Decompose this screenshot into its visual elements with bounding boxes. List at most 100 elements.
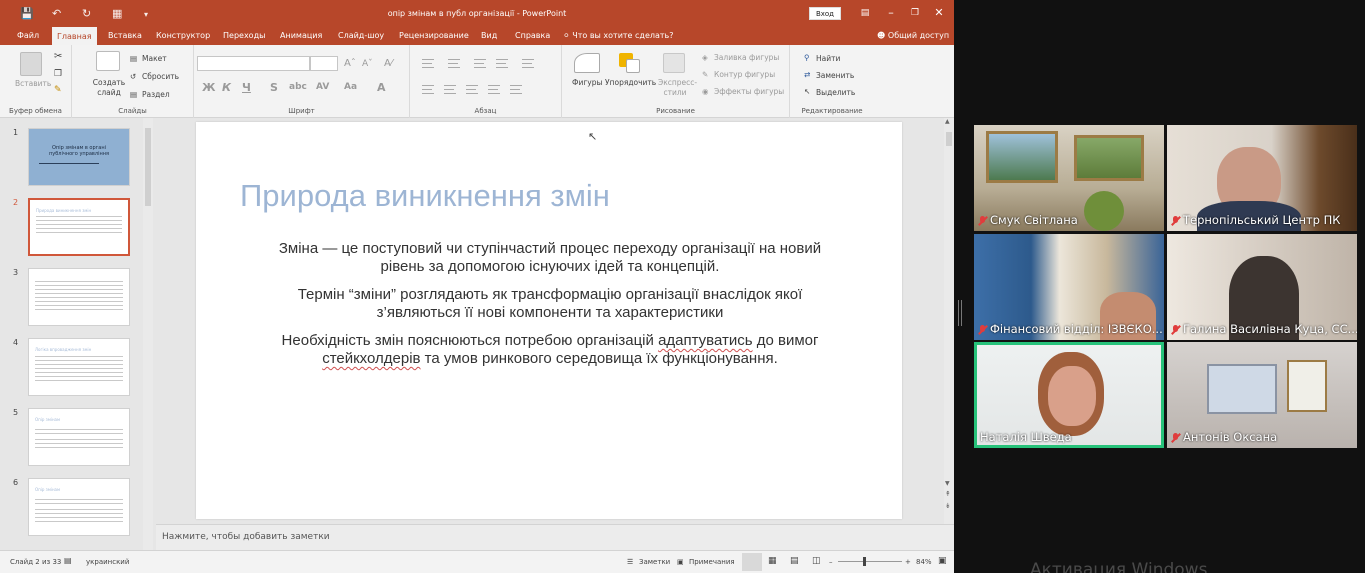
slide-thumbnail[interactable]: Опір змінам bbox=[28, 478, 130, 536]
participant-tile[interactable]: Фінансовий відділ: ІЗВЄКО... bbox=[974, 234, 1164, 340]
tab-insert[interactable]: Вставка bbox=[103, 27, 147, 45]
zoom-level[interactable]: 84% bbox=[916, 558, 932, 566]
participant-tile-active-speaker[interactable]: Наталія Шведа bbox=[974, 342, 1164, 448]
participant-tile[interactable]: Смук Світлана bbox=[974, 125, 1164, 231]
shape-outline-button[interactable]: Контур фигуры bbox=[714, 70, 775, 79]
slideshow-view-icon[interactable]: ◫ bbox=[812, 556, 821, 566]
tab-file[interactable]: Файл bbox=[12, 27, 44, 45]
columns-icon[interactable] bbox=[510, 85, 522, 94]
tab-view[interactable]: Вид bbox=[476, 27, 502, 45]
align-right-icon[interactable] bbox=[466, 85, 478, 94]
bullets-icon[interactable] bbox=[422, 59, 434, 68]
tell-me-search[interactable]: ⚪ Что вы хотите сделать? bbox=[558, 27, 679, 45]
slide-thumbnail[interactable]: Опір змінам в органі публічного управлін… bbox=[28, 128, 130, 186]
paste-button[interactable]: Вставить bbox=[15, 79, 51, 88]
justify-icon[interactable] bbox=[488, 85, 500, 94]
increase-indent-icon[interactable] bbox=[496, 59, 508, 68]
numbering-icon[interactable] bbox=[448, 59, 460, 68]
font-color-icon[interactable]: A bbox=[377, 81, 386, 94]
decrease-indent-icon[interactable] bbox=[474, 59, 486, 68]
slide-thumbnail[interactable] bbox=[28, 268, 130, 326]
slide-sorter-icon[interactable]: ▦ bbox=[768, 556, 777, 566]
zoom-in-icon[interactable]: + bbox=[905, 558, 911, 566]
thumbnails-scrollbar[interactable] bbox=[143, 118, 153, 550]
slide-thumbnail-selected[interactable]: Природа виникнення змін bbox=[28, 198, 130, 256]
reset-button[interactable]: Сбросить bbox=[142, 72, 179, 81]
previous-slide-icon[interactable]: ↟ bbox=[945, 490, 951, 498]
ribbon-display-icon[interactable]: ▤ bbox=[856, 5, 874, 21]
fit-slide-icon[interactable]: ▣ bbox=[938, 556, 947, 566]
arrange-button[interactable]: Упорядочить bbox=[605, 78, 656, 87]
align-left-icon[interactable] bbox=[422, 85, 434, 94]
minimize-icon[interactable]: – bbox=[882, 5, 900, 21]
align-center-icon[interactable] bbox=[444, 85, 456, 94]
underline-button[interactable]: Ч bbox=[242, 81, 251, 94]
bold-button[interactable]: Ж bbox=[202, 81, 215, 94]
tab-transitions[interactable]: Переходы bbox=[218, 27, 270, 45]
font-size-box[interactable] bbox=[310, 56, 338, 71]
zoom-out-icon[interactable]: – bbox=[829, 558, 833, 566]
slide-paragraph-3[interactable]: Необхідність змін пояснюються потребою о… bbox=[236, 332, 864, 368]
font-name-box[interactable] bbox=[197, 56, 310, 71]
spacing-icon[interactable]: AV bbox=[316, 82, 329, 92]
scrollbar-thumb[interactable] bbox=[145, 128, 151, 206]
participant-tile[interactable]: Антонів Оксана bbox=[1167, 342, 1357, 448]
format-painter-icon[interactable]: ✎ bbox=[54, 85, 62, 95]
italic-button[interactable]: К bbox=[222, 81, 231, 94]
cut-icon[interactable]: ✂ bbox=[54, 51, 62, 62]
spellcheck-icon[interactable]: ▤ bbox=[64, 556, 72, 565]
panel-splitter[interactable] bbox=[958, 300, 962, 326]
layout-button[interactable]: Макет bbox=[142, 54, 167, 63]
participant-tile[interactable]: Тернопільський Центр ПК bbox=[1167, 125, 1357, 231]
tab-help[interactable]: Справка bbox=[510, 27, 555, 45]
shape-fill-button[interactable]: Заливка фигуры bbox=[714, 53, 779, 62]
quick-styles-icon[interactable] bbox=[663, 53, 685, 73]
slide-thumbnail[interactable]: Логіка впровадження змін bbox=[28, 338, 130, 396]
share-button[interactable]: ☻ Общий доступ bbox=[872, 27, 954, 45]
slide-scrollbar[interactable]: ▲ ▼ ↟ ↡ bbox=[944, 118, 954, 524]
tab-slideshow[interactable]: Слайд-шоу bbox=[333, 27, 389, 45]
tab-design[interactable]: Конструктор bbox=[151, 27, 215, 45]
new-slide-button[interactable]: Создать слайд bbox=[92, 78, 126, 98]
slide-paragraph-1[interactable]: Зміна — це поступовий чи ступінчастий пр… bbox=[236, 240, 864, 276]
restore-icon[interactable]: ❐ bbox=[906, 5, 924, 21]
scroll-up-icon[interactable]: ▲ bbox=[945, 118, 950, 125]
new-slide-icon[interactable] bbox=[96, 51, 120, 71]
shape-effects-button[interactable]: Эффекты фигуры bbox=[714, 87, 784, 96]
paste-icon[interactable] bbox=[20, 52, 42, 76]
replace-button[interactable]: Заменить bbox=[816, 71, 854, 80]
clear-formatting-icon[interactable]: A⁄ bbox=[384, 58, 393, 69]
tab-review[interactable]: Рецензирование bbox=[394, 27, 474, 45]
slide-canvas[interactable]: Природа виникнення змін Зміна — це посту… bbox=[196, 122, 902, 519]
select-button[interactable]: Выделить bbox=[816, 88, 855, 97]
strikethrough-button[interactable]: S bbox=[270, 81, 278, 94]
shrink-font-icon[interactable]: Aˇ bbox=[362, 59, 373, 69]
close-icon[interactable]: ✕ bbox=[930, 5, 948, 21]
scroll-down-icon[interactable]: ▼ bbox=[945, 480, 950, 487]
line-spacing-icon[interactable] bbox=[522, 59, 534, 68]
shapes-button[interactable]: Фигуры bbox=[572, 78, 602, 87]
slide-title[interactable]: Природа виникнення змін bbox=[240, 178, 610, 214]
notes-placeholder[interactable]: Нажмите, чтобы добавить заметки bbox=[162, 532, 330, 542]
reading-view-icon[interactable]: ▤ bbox=[790, 556, 799, 566]
next-slide-icon[interactable]: ↡ bbox=[945, 502, 951, 510]
shapes-icon[interactable] bbox=[574, 53, 600, 73]
slide-thumbnail[interactable]: Опір змінам bbox=[28, 408, 130, 466]
section-button[interactable]: Раздел bbox=[142, 90, 170, 99]
shadow-icon[interactable]: abc bbox=[289, 82, 307, 92]
zoom-slider[interactable] bbox=[838, 561, 902, 562]
copy-icon[interactable]: ❐ bbox=[54, 69, 62, 79]
tab-home[interactable]: Главная bbox=[52, 27, 97, 45]
tab-animation[interactable]: Анимация bbox=[275, 27, 327, 45]
normal-view-icon[interactable] bbox=[742, 553, 762, 571]
comments-toggle-button[interactable]: Примечания bbox=[689, 558, 735, 566]
scrollbar-thumb[interactable] bbox=[946, 132, 952, 146]
zoom-slider-thumb[interactable] bbox=[863, 557, 866, 566]
notes-toggle-button[interactable]: Заметки bbox=[639, 558, 670, 566]
participant-tile[interactable]: Галина Василівна Куца, СС... bbox=[1167, 234, 1357, 340]
slide-paragraph-2[interactable]: Термін “зміни” розглядають як трансформа… bbox=[236, 286, 864, 322]
quick-styles-button[interactable]: Экспресс-стили bbox=[658, 78, 697, 98]
change-case-icon[interactable]: Aa bbox=[344, 82, 357, 92]
grow-font-icon[interactable]: Aˆ bbox=[344, 58, 356, 69]
notes-pane[interactable]: Нажмите, чтобы добавить заметки bbox=[156, 524, 954, 550]
